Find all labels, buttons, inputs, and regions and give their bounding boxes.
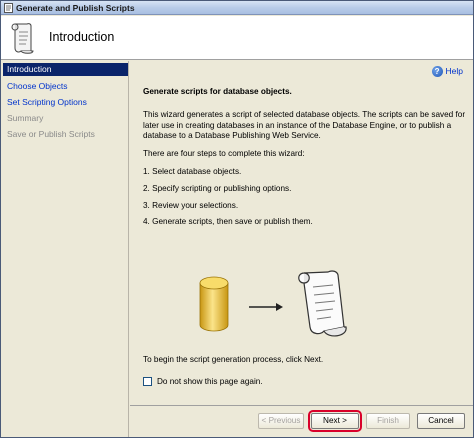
begin-instruction: To begin the script generation process, … [143, 355, 324, 364]
finish-button[interactable]: Finish [366, 413, 410, 429]
sidebar-item-set-scripting-options[interactable]: Set Scripting Options [3, 96, 128, 109]
step-3: 3. Review your selections. [143, 201, 239, 210]
database-icon [199, 276, 229, 332]
content-heading: Generate scripts for database objects. [143, 87, 292, 96]
help-label: Help [445, 66, 463, 76]
window-title: Generate and Publish Scripts [16, 3, 135, 13]
sidebar-item-introduction[interactable]: Introduction [3, 63, 128, 76]
wizard-header: Introduction [1, 16, 473, 60]
sidebar-item-save-or-publish-scripts: Save or Publish Scripts [7, 129, 95, 139]
wizard-sidebar: Introduction Choose Objects Set Scriptin… [1, 61, 129, 437]
step-1: 1. Select database objects. [143, 167, 242, 176]
sidebar-item-summary: Summary [7, 113, 44, 123]
arrow-icon [249, 303, 283, 311]
description-text: This wizard generates a script of select… [143, 110, 466, 140]
wizard-window: Generate and Publish Scripts Introductio… [0, 0, 474, 438]
step-2: 2. Specify scripting or publishing optio… [143, 184, 292, 193]
sidebar-item-choose-objects[interactable]: Choose Objects [3, 80, 128, 93]
next-button[interactable]: Next > [308, 410, 362, 432]
script-scroll-icon [11, 23, 34, 54]
do-not-show-checkbox[interactable] [143, 377, 152, 386]
previous-button[interactable]: < Previous [258, 413, 304, 429]
help-icon: ? [431, 65, 443, 77]
wizard-illustration [199, 270, 347, 337]
help-link[interactable]: ? Help [431, 65, 463, 77]
wizard-content: ? Help Generate scripts for database obj… [130, 61, 473, 437]
do-not-show-row: Do not show this page again. [143, 377, 263, 386]
script-scroll-icon [298, 270, 347, 337]
cancel-button[interactable]: Cancel [417, 413, 465, 429]
button-separator [130, 405, 473, 406]
step-4: 4. Generate scripts, then save or publis… [143, 217, 313, 226]
title-bar: Generate and Publish Scripts [1, 1, 473, 15]
app-icon [4, 3, 13, 13]
steps-intro: There are four steps to complete this wi… [143, 149, 305, 158]
page-title: Introduction [49, 30, 115, 44]
do-not-show-label: Do not show this page again. [157, 377, 263, 386]
